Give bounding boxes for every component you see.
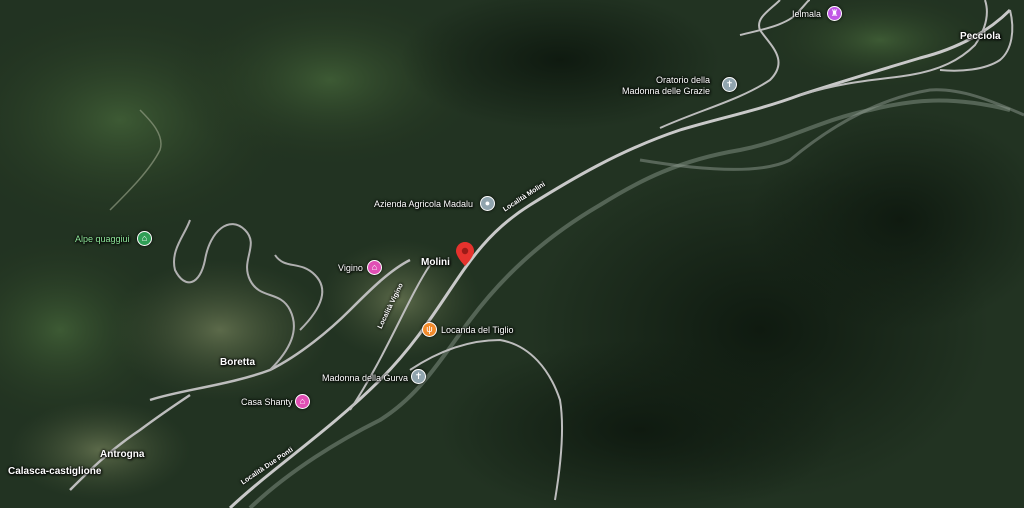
location-pin-icon[interactable]	[456, 242, 474, 266]
place-label-madonna-gurva: Madonna della Gurva	[322, 373, 409, 383]
map-imagery	[0, 0, 1024, 508]
place-label-boretta: Boretta	[220, 357, 256, 368]
place-label-azienda: Azienda Agricola Madalu	[374, 199, 474, 209]
place-label-molini: Molini	[421, 257, 450, 268]
shopping-icon[interactable]: ⌂	[367, 260, 382, 275]
attraction-icon[interactable]: ♜	[827, 6, 842, 21]
place-label-pecciola: Pecciola	[960, 31, 1001, 42]
place-label-alpe-quaggiui: Alpe quaggiui	[75, 234, 130, 244]
shopping-icon[interactable]: ⌂	[295, 394, 310, 409]
church-icon[interactable]: ✝	[411, 369, 426, 384]
place-label-vigino: Vigino	[338, 263, 363, 273]
place-label-ielmala: Ielmala	[792, 9, 822, 19]
place-label-antrogna: Antrogna	[100, 449, 145, 460]
place-label-locanda: Locanda del Tiglio	[441, 325, 514, 335]
satellite-map[interactable]: Località Molini Località Vigino Località…	[0, 0, 1024, 508]
place-label-casa-shanty: Casa Shanty	[241, 397, 293, 407]
restaurant-icon[interactable]: ψ	[422, 322, 437, 337]
place-label-oratorio: Oratorio della Madonna delle Grazie	[622, 75, 711, 96]
park-icon[interactable]: ⌂	[137, 231, 152, 246]
poi-icon[interactable]: ●	[480, 196, 495, 211]
place-label-calasca: Calasca-castiglione	[8, 466, 102, 477]
church-icon[interactable]: ✝	[722, 77, 737, 92]
